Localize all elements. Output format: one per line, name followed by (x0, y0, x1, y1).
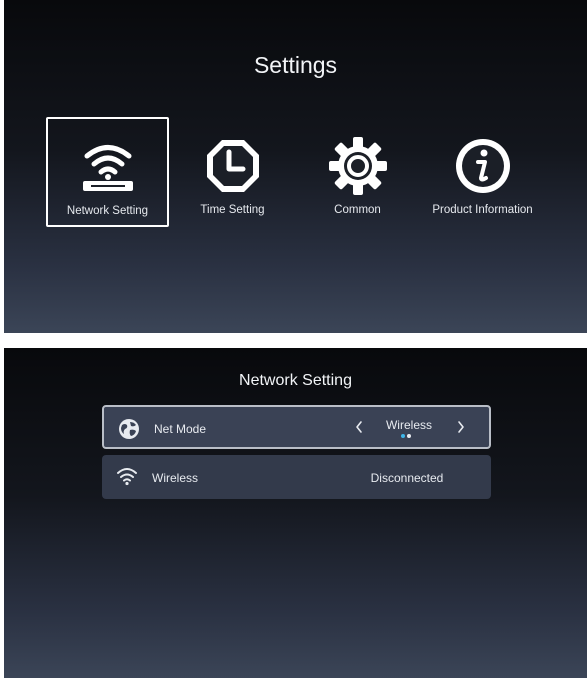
page-title: Settings (253, 52, 338, 78)
wireless-status: Disconnected (370, 471, 444, 485)
indicator-dot (407, 434, 411, 438)
wireless-label: Wireless (152, 471, 199, 485)
tile-label: Product Information (432, 204, 533, 216)
globe-icon (119, 419, 139, 439)
net-mode-label: Net Mode (154, 422, 207, 436)
clock-icon (206, 140, 259, 192)
tile-network-setting[interactable]: Network Setting (46, 117, 169, 227)
option-indicator (401, 434, 413, 438)
tile-common[interactable]: Common (296, 117, 419, 227)
indicator-dot-active (401, 434, 405, 438)
net-mode-row[interactable]: Net Mode Wireless (102, 405, 491, 449)
wifi-router-icon (82, 145, 133, 191)
chevron-right-icon[interactable] (454, 418, 468, 436)
page-title: Network Setting (239, 372, 352, 389)
net-mode-value: Wireless (385, 418, 432, 432)
tile-product-information[interactable]: Product Information (421, 117, 544, 227)
chevron-left-icon[interactable] (352, 418, 366, 436)
wireless-row[interactable]: Wireless Disconnected (102, 455, 491, 499)
settings-screen: Settings Network Setting Time Setting Co… (4, 0, 587, 333)
network-setting-screen: Network Setting Net Mode Wireless Wirele… (4, 348, 587, 678)
tile-time-setting[interactable]: Time Setting (171, 117, 294, 227)
info-icon (455, 139, 510, 193)
wifi-icon (117, 468, 137, 486)
gear-icon (328, 137, 387, 195)
